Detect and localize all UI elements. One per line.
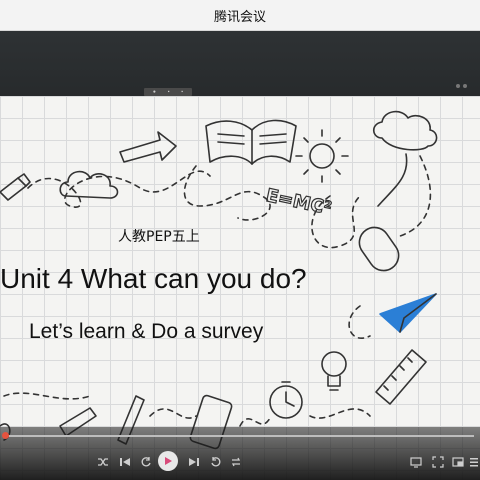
stopwatch-icon: [269, 381, 303, 419]
arrow-sign-icon: [119, 131, 177, 163]
progress-handle[interactable]: [2, 432, 9, 439]
forward-icon[interactable]: [208, 454, 224, 470]
picture-in-picture-icon[interactable]: [450, 454, 466, 470]
sun-icon: [295, 129, 349, 183]
window-controls[interactable]: [456, 84, 467, 88]
book-icon: [205, 119, 297, 165]
slide-heading: Let’s learn & Do a survey: [29, 320, 264, 343]
slide-title: Unit 4 What can you do?: [0, 263, 307, 294]
cloud-icon: [59, 170, 119, 199]
ruler-icon: [375, 349, 427, 405]
play-icon: [165, 457, 172, 465]
progress-bar[interactable]: [4, 435, 474, 437]
slide-subtitle: 人教PEP五上: [118, 229, 200, 245]
app-title-bar: 腾讯会议: [0, 0, 480, 31]
play-button[interactable]: [158, 451, 178, 471]
repeat-icon[interactable]: [228, 454, 244, 470]
cast-icon[interactable]: [408, 454, 424, 470]
app-title: 腾讯会议: [213, 9, 266, 25]
cloud-icon: [372, 110, 438, 151]
rewind-icon[interactable]: [138, 454, 154, 470]
menu-icon[interactable]: [466, 454, 480, 470]
paper-plane-icon: [379, 293, 437, 333]
formula-doodle: E=MC²: [264, 185, 333, 219]
pencil-icon: [0, 173, 31, 201]
window-control-dot[interactable]: [456, 84, 460, 88]
previous-icon[interactable]: [117, 454, 133, 470]
next-icon[interactable]: [186, 454, 202, 470]
screen-share-toolbar[interactable]: ● ▪ ▪: [144, 88, 192, 96]
fullscreen-icon[interactable]: [430, 454, 446, 470]
shared-slide: E=MC² 人教PEP五上 Unit 4 What can you do? Le…: [0, 96, 480, 480]
window-control-dot[interactable]: [463, 84, 467, 88]
playback-controls: [0, 427, 480, 480]
light-bulb-icon: [321, 351, 347, 391]
share-toolbar-dot: ▪: [181, 89, 184, 95]
computer-mouse-icon: [358, 153, 408, 272]
share-toolbar-dot: ●: [152, 89, 156, 95]
shuffle-icon[interactable]: [95, 454, 111, 470]
share-toolbar-dot: ▪: [167, 89, 170, 95]
